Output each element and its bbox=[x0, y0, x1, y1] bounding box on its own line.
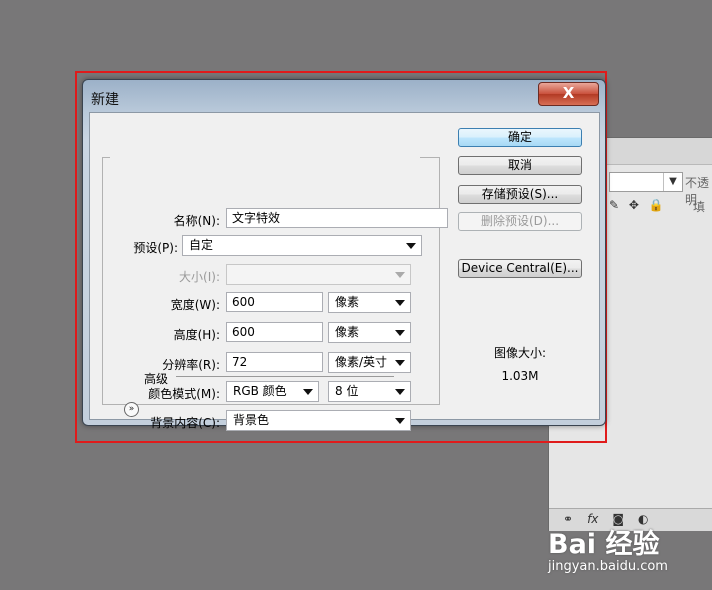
preset-label: 预设(P): bbox=[133, 241, 178, 255]
dialog-title: 新建 bbox=[91, 92, 119, 108]
image-size-value: 1.03M bbox=[501, 369, 539, 383]
color-mode-dropdown[interactable]: RGB 颜色 bbox=[226, 381, 319, 402]
preset-dropdown[interactable]: 自定 bbox=[182, 235, 422, 256]
lock-icon[interactable]: 🔒 bbox=[649, 198, 664, 212]
brush-icon[interactable]: ✎ bbox=[609, 198, 619, 212]
height-label: 高度(H): bbox=[173, 328, 220, 342]
color-mode-value: RGB 颜色 bbox=[233, 384, 287, 398]
background-label: 背景内容(C): bbox=[150, 416, 220, 430]
advanced-separator bbox=[176, 376, 394, 377]
watermark-logo: Bai 经验 bbox=[548, 529, 660, 560]
ok-button[interactable]: 确定 bbox=[458, 128, 582, 147]
width-unit-dropdown[interactable]: 像素 bbox=[328, 292, 411, 313]
bit-depth-value: 8 位 bbox=[335, 384, 359, 398]
preset-value: 自定 bbox=[189, 238, 214, 252]
device-central-button[interactable]: Device Central(E)... bbox=[458, 259, 582, 278]
watermark-url: jingyan.baidu.com bbox=[548, 559, 668, 574]
advanced-label: 高级 bbox=[144, 372, 169, 386]
resolution-field[interactable]: 72 bbox=[226, 352, 323, 372]
chevron-down-icon bbox=[406, 243, 416, 249]
lock-row: ✎ ✥ 🔒 填 bbox=[609, 198, 712, 218]
chevron-down-icon bbox=[395, 300, 405, 306]
blend-mode-dropdown[interactable]: ▼ bbox=[609, 172, 683, 192]
resolution-unit-value: 像素/英寸 bbox=[335, 355, 388, 369]
bit-depth-dropdown[interactable]: 8 位 bbox=[328, 381, 411, 402]
move-icon[interactable]: ✥ bbox=[629, 198, 639, 212]
height-unit-dropdown[interactable]: 像素 bbox=[328, 322, 411, 343]
color-mode-label: 颜色模式(M): bbox=[148, 387, 220, 401]
chevron-down-icon: ▼ bbox=[663, 173, 682, 191]
width-unit-value: 像素 bbox=[335, 295, 360, 309]
background-value: 背景色 bbox=[233, 413, 270, 427]
chevron-down-icon bbox=[395, 418, 405, 424]
width-field[interactable]: 600 bbox=[226, 292, 323, 312]
height-field[interactable]: 600 bbox=[226, 322, 323, 342]
size-label: 大小(I): bbox=[179, 270, 220, 284]
chevron-down-icon bbox=[395, 360, 405, 366]
preset-row bbox=[110, 150, 420, 172]
chevron-down-icon bbox=[303, 389, 313, 395]
delete-preset-button: 删除预设(D)... bbox=[458, 212, 582, 231]
save-preset-button[interactable]: 存储预设(S)... bbox=[458, 185, 582, 204]
background-dropdown[interactable]: 背景色 bbox=[226, 410, 411, 431]
width-label: 宽度(W): bbox=[170, 298, 220, 312]
name-field[interactable]: 文字特效 bbox=[226, 208, 448, 228]
size-dropdown bbox=[226, 264, 411, 285]
chevron-down-icon bbox=[395, 389, 405, 395]
chevron-down-icon bbox=[395, 272, 405, 278]
baidu-watermark: Bai 经验 jingyan.baidu.com bbox=[548, 522, 712, 590]
fill-label: 填 bbox=[692, 200, 705, 214]
expand-chevron-icon[interactable]: » bbox=[124, 402, 139, 417]
chevron-down-icon bbox=[395, 330, 405, 336]
height-unit-value: 像素 bbox=[335, 325, 360, 339]
close-button[interactable]: X bbox=[538, 82, 599, 106]
resolution-unit-dropdown[interactable]: 像素/英寸 bbox=[328, 352, 411, 373]
image-size-label: 图像大小: bbox=[493, 346, 547, 360]
cancel-button[interactable]: 取消 bbox=[458, 156, 582, 175]
name-label: 名称(N): bbox=[173, 214, 220, 228]
